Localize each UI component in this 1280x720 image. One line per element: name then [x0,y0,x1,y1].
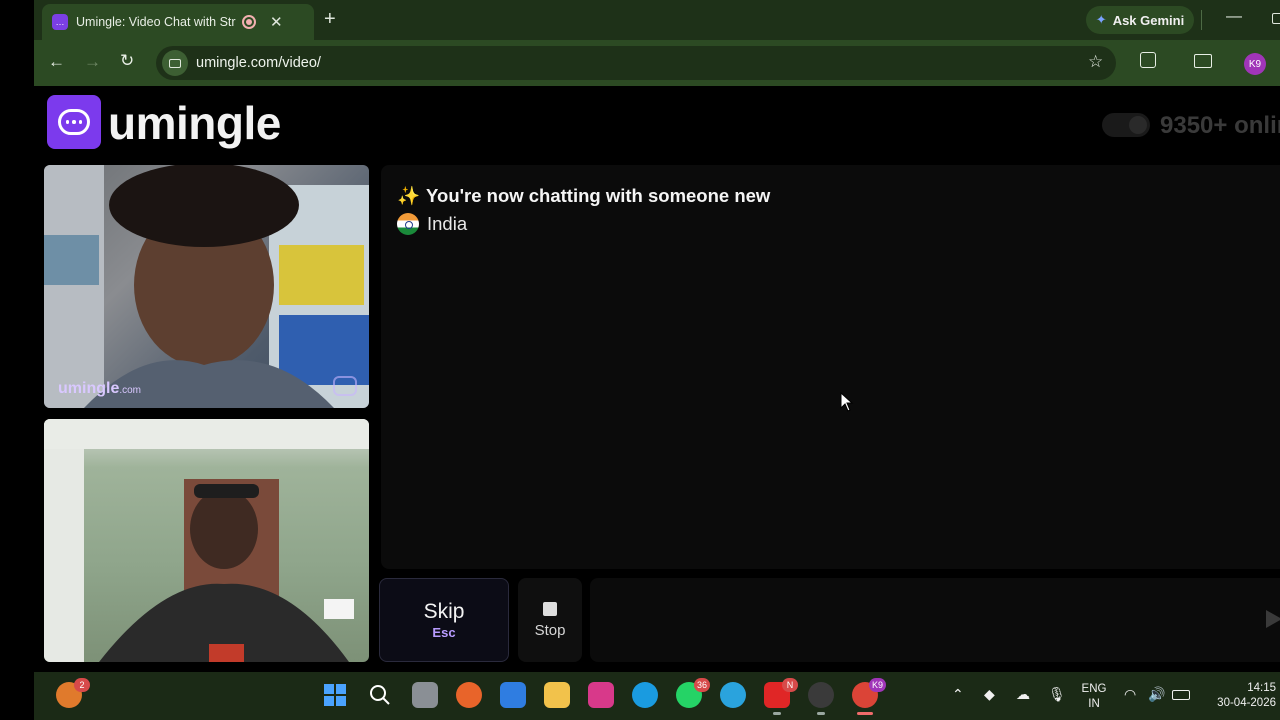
gemini-sparkle-icon: ✦ [1095,12,1107,27]
forward-arrow-icon[interactable]: → [84,52,101,72]
onedrive-cloud-icon[interactable]: ☁ [1016,686,1030,703]
youtube-running-indicator [773,712,781,715]
stranger-video: umingle.com [44,165,369,408]
clock[interactable]: 14:15 30-04-2026 [1204,681,1276,711]
india-flag-icon [397,213,419,235]
search-icon[interactable] [367,682,393,708]
page-content: umingle 9350+ online umingle.com [34,86,1280,672]
skip-shortcut: Esc [432,625,456,640]
mouse-cursor-icon [840,392,854,412]
message-input[interactable] [590,578,1280,662]
youtube-icon[interactable]: N [764,678,798,715]
self-video-frame [44,419,369,662]
language-indicator[interactable]: ENG IN [1080,682,1108,712]
clock-date: 30-04-2026 [1217,697,1276,709]
volume-icon[interactable]: 🔊 [1148,686,1165,703]
ask-gemini-button[interactable]: ✦ Ask Gemini [1086,6,1194,34]
cast-screen-icon[interactable] [1194,54,1212,68]
restore-window-button[interactable] [1272,13,1280,24]
stop-button[interactable]: Stop [518,578,582,662]
bookmark-star-icon[interactable]: ☆ [1088,52,1103,72]
send-arrow-icon[interactable] [1266,610,1280,628]
online-toggle[interactable] [1102,113,1150,137]
chrome-active-indicator [857,712,873,715]
profile-avatar[interactable]: K9 [1244,53,1266,75]
windows-start-icon[interactable] [322,682,348,708]
language-code: ENG [1081,683,1107,695]
address-bar[interactable]: umingle.com/video/ [156,46,1116,80]
obs-running-indicator [817,712,825,715]
brand-name[interactable]: umingle [108,96,281,150]
chevron-up-icon[interactable]: ⌃ [952,686,964,703]
back-arrow-icon[interactable]: ← [48,52,65,72]
umingle-favicon-icon: … [52,14,68,30]
dropbox-icon[interactable]: ◆ [984,686,995,703]
telegram-icon[interactable] [720,682,746,708]
reload-icon[interactable]: ↻ [120,51,134,71]
microphone-icon[interactable]: 🎙 [1048,686,1066,703]
system-message-text: You're now chatting with someone new [426,185,771,206]
active-tab[interactable]: … Umingle: Video Chat with Strangers ✕ [42,4,314,40]
online-count: 9350+ online [1160,112,1280,139]
widgets-weather-icon[interactable]: 2 [56,678,90,708]
self-video [44,419,369,662]
task-view-icon[interactable] [412,682,438,708]
video-watermark: umingle.com [58,380,142,397]
tabbar-divider [1201,10,1202,30]
umingle-logo-icon[interactable] [47,95,101,149]
new-tab-button[interactable]: + [324,8,336,31]
edge-icon[interactable] [632,682,658,708]
ask-gemini-label: Ask Gemini [1112,12,1185,28]
country-name: India [427,213,468,234]
whatsapp-icon[interactable]: 36 [676,678,710,708]
youtube-badge: N [782,678,798,692]
url-text[interactable]: umingle.com/video/ [196,55,321,71]
recording-indicator-icon [242,15,256,29]
instagram-icon[interactable] [588,682,614,708]
clock-time: 14:15 [1247,682,1276,694]
skip-label: Skip [423,600,465,623]
watermark-chat-icon [333,376,357,396]
region-code: IN [1088,698,1100,710]
sparkle-icon: ✨ [397,185,421,206]
microsoft-store-icon[interactable] [500,682,526,708]
minimize-window-button[interactable]: — [1226,8,1242,26]
stop-label: Stop [534,621,566,639]
browser-toolbar: ← → ↻ umingle.com/video/ ☆ K9 [34,40,1280,86]
obs-icon[interactable] [808,682,834,715]
chrome-icon[interactable]: K9 [852,678,886,715]
skip-button[interactable]: Skip Esc [379,578,509,662]
left-black-strip [0,0,34,672]
windows-taskbar: 2 36 N K9 ⌃ ◆ ☁ 🎙 ENG IN ◠ 🔊 14:15 30-04… [34,672,1280,720]
firefox-icon[interactable] [456,682,482,708]
stop-square-icon [543,601,557,616]
chat-log: ✨ You're now chatting with someone new In… [381,165,1280,569]
battery-icon[interactable] [1172,690,1190,700]
wifi-icon[interactable]: ◠ [1124,686,1136,703]
widgets-badge: 2 [74,678,90,692]
tab-title: Umingle: Video Chat with Strangers [76,15,236,29]
system-message: ✨ You're now chatting with someone new [397,185,770,207]
chrome-profile-badge: K9 [868,678,886,692]
browser-tab-bar: … Umingle: Video Chat with Strangers ✕ +… [34,0,1280,40]
camera-site-info-icon[interactable] [162,50,188,76]
stranger-video-frame [44,165,369,408]
extensions-puzzle-icon[interactable] [1140,52,1156,68]
whatsapp-badge: 36 [693,678,710,692]
tab-close-icon[interactable]: ✕ [270,13,283,31]
stranger-country: India [397,213,467,235]
screen: … Umingle: Video Chat with Strangers ✕ +… [0,0,1280,720]
file-explorer-icon[interactable] [544,682,570,708]
